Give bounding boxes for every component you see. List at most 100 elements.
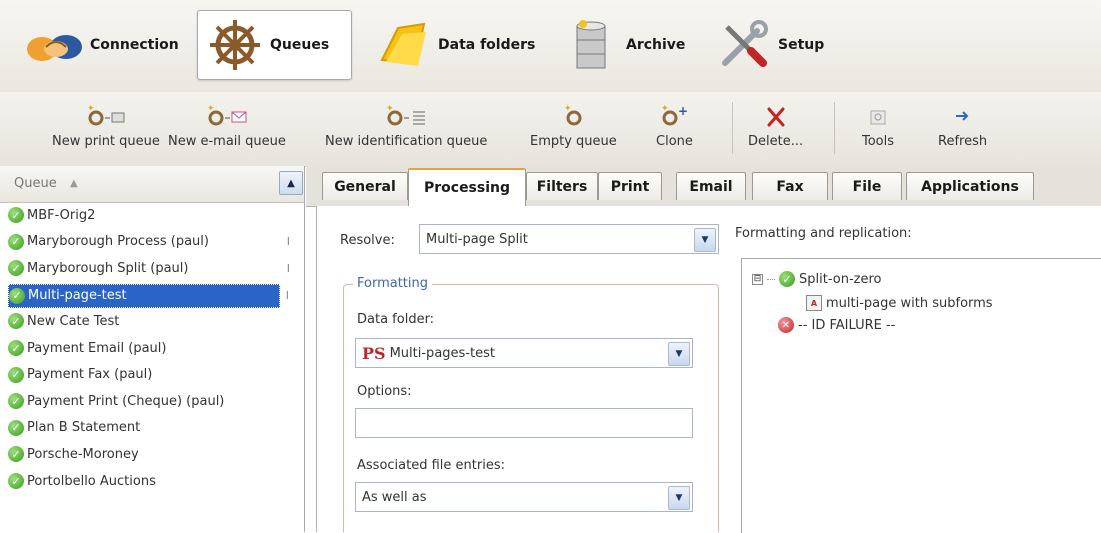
check-icon: ✓ [8,207,24,223]
nav-setup-button[interactable]: Setup [706,10,830,80]
database-icon [560,17,622,73]
check-icon: ✓ [9,287,25,304]
queue-toolbar: ✦ New print queue ✦ New e-mail queue ✦ N… [0,92,1101,167]
options-input[interactable] [355,408,693,438]
empty-queue-button[interactable]: ✦ Empty queue [530,100,617,149]
new-identification-queue-button[interactable]: ✦ New identification queue [325,100,487,149]
queue-column-header[interactable]: Queue ▲ ▲ [0,166,304,203]
clone-icon: ✦ + [658,100,690,134]
new-print-queue-button[interactable]: ✦ New print queue [52,100,160,149]
new-print-queue-icon: ✦ [84,100,128,134]
check-icon: ✓ [8,446,24,463]
data-folder-value: Multi-pages-test [389,345,495,361]
queue-list-item[interactable]: ✓ Payment Print (Cheque) (paul) [8,390,280,412]
data-folder-label: Data folder: [357,312,435,327]
delete-icon [764,100,788,134]
formatting-replication-label: Formatting and replication: [735,226,912,241]
clone-button[interactable]: ✦ + Clone [656,100,693,149]
collapse-icon[interactable]: ⊟ [752,273,763,285]
tab-print[interactable]: Print [598,172,662,200]
handshake-icon [24,17,86,73]
svg-text:✦: ✦ [207,104,215,114]
queue-list-item[interactable]: ✓ New Cate Test [8,310,280,332]
check-icon: ✓ [8,233,24,250]
error-icon: ✕ [778,317,794,333]
svg-text:✦: ✦ [87,104,95,114]
tree-node-id-failure[interactable]: ✕ -- ID FAILURE -- [778,317,895,333]
queue-item-label: Payment Email (paul) [27,340,167,356]
tab-file[interactable]: File [832,172,902,200]
svg-text:✦: ✦ [386,104,394,114]
queue-list-panel: Queue ▲ ▲ ✓ MBF-Orig2 ✓ Maryborough Process… [0,166,305,532]
tab-processing[interactable]: Processing [408,168,526,206]
resolve-select[interactable]: Multi-page Split ▼ [419,224,719,254]
queue-list-item[interactable]: ✓ Payment Fax (paul) [8,364,280,386]
delete-button[interactable]: Delete... [748,100,803,149]
queue-item-label: Payment Print (Cheque) (paul) [27,393,225,409]
queue-item-overflow: I [285,289,289,303]
nav-connection-button[interactable]: Connection [18,10,185,80]
ship-wheel-icon [204,17,266,73]
tools-icon [867,100,889,134]
associated-file-entries-value: As well as [362,489,427,505]
nav-data-folders-button[interactable]: Data folders [366,10,541,80]
associated-file-entries-select[interactable]: As well as ▼ [355,482,693,512]
check-icon: ✓ [8,393,24,410]
queue-list-item[interactable]: ✓ Maryborough Process (paul) I [8,231,290,253]
associated-file-entries-label: Associated file entries: [357,458,505,473]
new-identification-queue-icon: ✦ [383,100,429,134]
nav-archive-button[interactable]: Archive [554,10,691,80]
chevron-down-icon[interactable]: ▼ [668,342,690,366]
queue-item-label: Porsche-Moroney [27,446,139,462]
new-email-queue-icon: ✦ [204,100,250,134]
chevron-down-icon[interactable]: ▼ [694,228,716,252]
queue-list-item[interactable]: ✓ Plan B Statement [8,417,280,439]
queue-item-label: Maryborough Process (paul) [27,234,209,250]
tab-general[interactable]: General [322,172,408,200]
queue-item-overflow: I [286,261,290,275]
tab-applications[interactable]: Applications [906,172,1034,200]
nav-queues-button[interactable]: Queues [197,10,352,80]
tab-email[interactable]: Email [676,172,746,200]
queue-item-label: Maryborough Split (paul) [27,260,189,276]
sort-ascending-icon: ▲ [70,178,78,189]
svg-text:✦: ✦ [661,104,669,114]
queue-list-item[interactable]: ✓ Maryborough Split (paul) I [8,257,290,279]
queue-item-label: MBF-Orig2 [27,207,96,223]
scroll-up-button[interactable]: ▲ [279,171,303,195]
formatting-legend: Formatting [353,276,433,291]
svg-text:✦: ✦ [564,104,572,114]
tree-node-split-on-zero[interactable]: ⊟ ✓ Split-on-zero [752,271,881,287]
tab-strip: General Processing Filters Print Email F… [306,166,1101,207]
svg-text:+: + [678,104,688,118]
queue-list-item[interactable]: ✓ MBF-Orig2 [8,204,280,226]
new-email-queue-button[interactable]: ✦ New e-mail queue [168,100,286,149]
form-icon: A [806,295,822,311]
queue-list-item[interactable]: ✓ Multi-page-test I [8,283,289,308]
chevron-down-icon[interactable]: ▼ [668,486,690,510]
data-folder-select[interactable]: PS Multi-pages-test ▼ [355,338,693,368]
tools-button[interactable]: Tools [862,100,894,149]
tab-filters[interactable]: Filters [526,172,598,200]
queue-item-label: Multi-page-test [28,288,127,304]
toolbar-separator [732,102,733,154]
refresh-icon [951,100,975,134]
queue-list-item[interactable]: ✓ Payment Email (paul) [8,337,280,359]
folder-icon [372,17,434,73]
tree-node-label: multi-page with subforms [826,295,993,311]
scroll-up-icon: ▲ [287,177,295,189]
tools-icon [712,17,774,73]
empty-queue-icon: ✦ [560,100,586,134]
main-nav-bar: Connection Queues Data folders Archive S… [0,0,1101,93]
queue-list-item[interactable]: ✓ Portolbello Auctions [8,470,280,492]
refresh-button[interactable]: Refresh [938,100,987,149]
ps-folder-icon: PS [362,343,386,363]
queue-item-label: New Cate Test [27,313,120,329]
check-icon: ✓ [8,366,24,383]
tree-connector [767,278,775,280]
tree-node-multi-page-form[interactable]: A multi-page with subforms [806,295,993,311]
queue-list-item[interactable]: ✓ Porsche-Moroney [8,443,280,465]
processing-tab-content: Resolve: Multi-page Split ▼ Formatting D… [316,206,1101,533]
check-icon: ✓ [8,260,24,277]
tab-fax[interactable]: Fax [752,172,828,200]
